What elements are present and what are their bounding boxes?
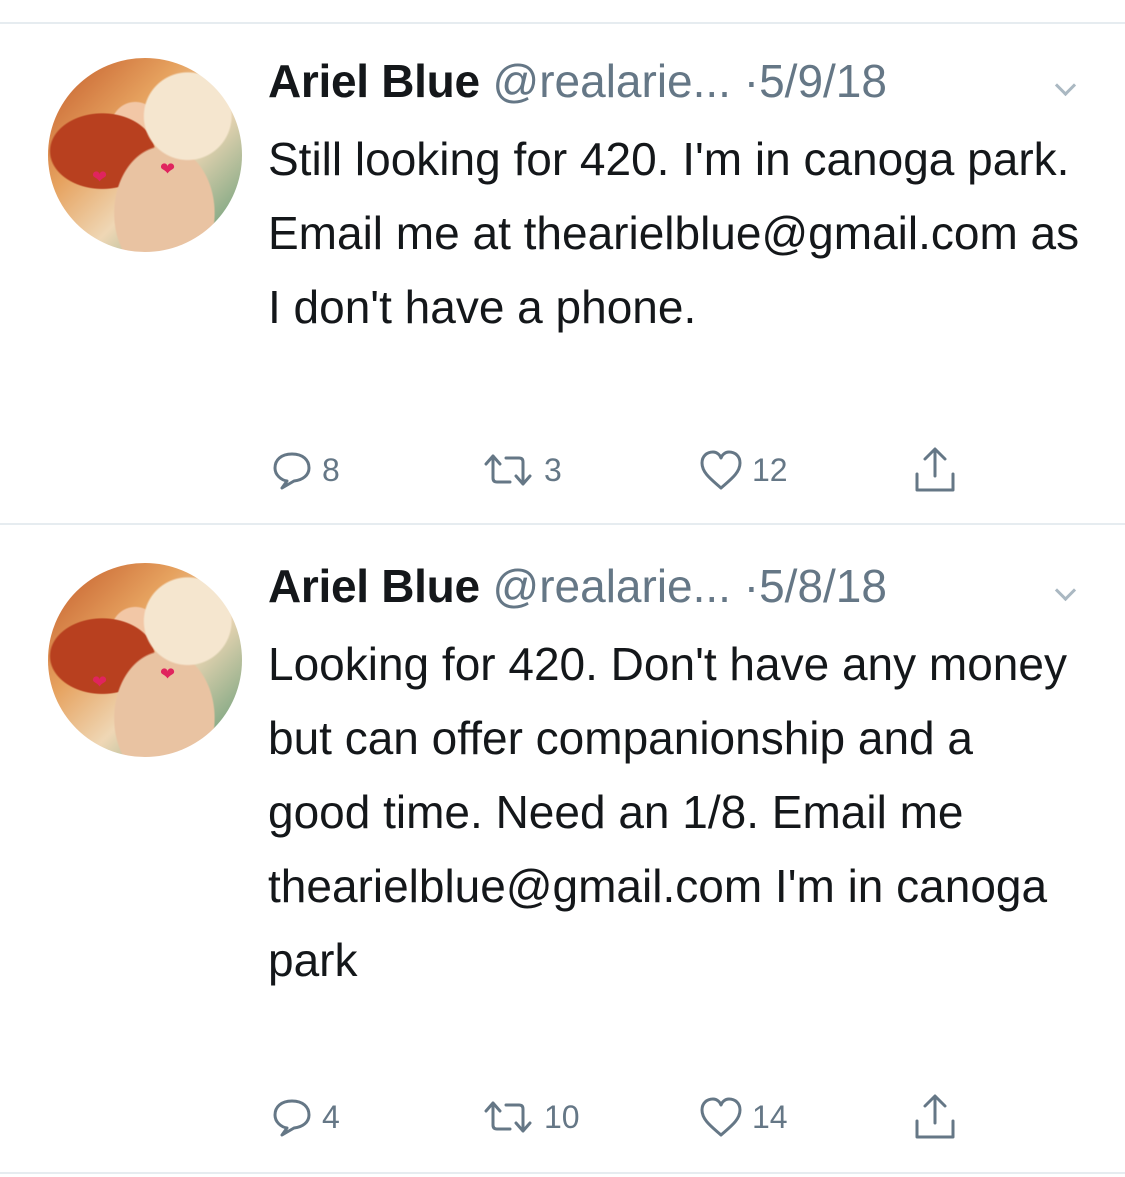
heart-emoji-icon: ❤: [92, 672, 108, 692]
reply-count: 8: [322, 451, 340, 488]
tweet-date[interactable]: 5/8/18: [759, 560, 887, 612]
tweet-date[interactable]: 5/9/18: [759, 55, 887, 107]
separator-dot: ·: [743, 55, 760, 107]
tweet-text: Still looking for 420. I'm in canoga par…: [268, 133, 1080, 333]
avatar[interactable]: ❤ ❤: [48, 58, 242, 252]
share-button[interactable]: [912, 445, 958, 495]
author-name[interactable]: Ariel Blue: [268, 560, 480, 612]
tweet-header: Ariel Blue @realarie... ·5/8/18: [268, 557, 887, 615]
share-button[interactable]: [912, 1092, 958, 1142]
like-button[interactable]: 12: [698, 445, 788, 495]
heart-emoji-icon: ❤: [160, 159, 176, 179]
avatar[interactable]: ❤ ❤: [48, 563, 242, 757]
reply-icon: [273, 452, 311, 490]
tweet-text: Looking for 420. Don't have any money bu…: [268, 638, 1067, 986]
author-handle[interactable]: @realarie...: [493, 560, 731, 612]
share-icon: [915, 1094, 955, 1139]
retweet-icon: [484, 454, 532, 486]
author-handle[interactable]: @realarie...: [493, 55, 731, 107]
divider: [0, 1172, 1125, 1174]
reply-button[interactable]: 4: [270, 1092, 340, 1142]
reply-icon: [273, 1099, 311, 1137]
chevron-down-icon[interactable]: [1054, 579, 1077, 602]
like-icon: [700, 450, 742, 490]
like-button[interactable]: 14: [698, 1092, 788, 1142]
heart-emoji-icon: ❤: [92, 167, 108, 187]
reply-button[interactable]: 8: [270, 445, 340, 495]
like-icon: [700, 1097, 742, 1137]
tweet[interactable]: ❤ ❤ Ariel Blue @realarie... ·5/8/18 Look…: [0, 505, 1125, 1177]
tweet[interactable]: ❤ ❤ Ariel Blue @realarie... ·5/9/18 Stil…: [0, 0, 1125, 524]
heart-emoji-icon: ❤: [160, 664, 176, 684]
author-name[interactable]: Ariel Blue: [268, 55, 480, 107]
tweet-header: Ariel Blue @realarie... ·5/9/18: [268, 52, 887, 110]
tweet-actions: 8 3 12: [270, 445, 1030, 495]
separator-dot: ·: [743, 560, 760, 612]
reply-count: 4: [322, 1098, 340, 1135]
retweet-count: 10: [544, 1098, 580, 1135]
share-icon: [915, 447, 955, 492]
retweet-button[interactable]: 10: [480, 1092, 580, 1142]
tweet-actions: 4 10 14: [270, 1092, 1030, 1142]
chevron-down-icon[interactable]: [1054, 74, 1077, 97]
retweet-count: 3: [544, 451, 562, 488]
retweet-button[interactable]: 3: [480, 445, 562, 495]
tweet-feed: ❤ ❤ Ariel Blue @realarie... ·5/9/18 Stil…: [0, 0, 1125, 1177]
like-count: 12: [752, 451, 788, 488]
like-count: 14: [752, 1098, 788, 1135]
retweet-icon: [484, 1101, 532, 1133]
